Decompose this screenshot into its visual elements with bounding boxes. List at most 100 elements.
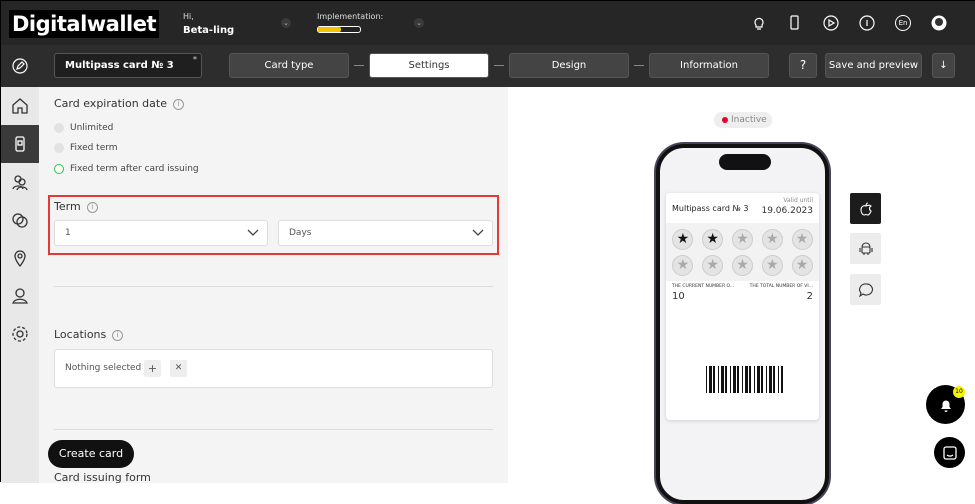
add-location-button[interactable]: + <box>144 360 161 377</box>
locations-value: Nothing selected <box>65 363 142 373</box>
sidebar <box>1 87 39 483</box>
stamp-star-icon: ★ <box>702 228 724 250</box>
card-title: Multipass card № 3 <box>672 204 749 213</box>
barcode-bar <box>709 366 712 393</box>
username[interactable]: Beta-ling <box>183 25 234 36</box>
sidebar-item-cards[interactable] <box>1 125 39 163</box>
implementation-label: Implementation: <box>317 12 384 21</box>
barcode-bar <box>766 366 767 393</box>
info-icon[interactable]: i <box>112 330 124 341</box>
info-icon[interactable]: i <box>86 202 98 213</box>
help-button[interactable]: ? <box>789 53 817 78</box>
sidebar-item-messages[interactable] <box>1 201 39 239</box>
notification-count-badge: 10 <box>953 386 965 398</box>
barcode-bar <box>757 366 760 393</box>
barcode-bar <box>733 366 736 393</box>
message-preview-button[interactable] <box>850 274 881 305</box>
edit-pencil-icon[interactable] <box>12 58 28 74</box>
barcode-bar <box>778 366 779 393</box>
barcode-bar <box>718 366 719 393</box>
barcode-bar <box>713 366 715 393</box>
sidebar-item-home[interactable] <box>1 87 39 125</box>
barcode <box>706 366 783 393</box>
field2-label: THE TOTAL NUMBER OF VI... <box>749 284 813 289</box>
barcode-bar <box>737 366 739 393</box>
radio-unlimited[interactable]: Unlimited <box>54 123 113 133</box>
field1-value: 10 <box>672 291 685 302</box>
chat-icon <box>12 213 28 228</box>
card-icon <box>15 136 25 152</box>
user-icon <box>12 288 28 304</box>
barcode-bar <box>745 366 748 393</box>
stamp-star-icon: ★ <box>731 254 753 276</box>
stamp-star-icon: ★ <box>731 228 753 250</box>
barcode-bar <box>754 366 755 393</box>
locations-field[interactable]: Nothing selected + ✕ <box>54 349 493 388</box>
field1-label: THE CURRENT NUMBER O... <box>672 284 735 289</box>
barcode-bar <box>749 366 751 393</box>
chevron-down-icon <box>472 229 484 236</box>
avatar-icon[interactable] <box>931 15 947 31</box>
chevron-down-icon <box>247 229 259 236</box>
sidebar-item-settings[interactable] <box>1 315 39 353</box>
tab-settings[interactable]: Settings <box>369 53 489 78</box>
bell-icon <box>940 400 951 412</box>
create-card-button[interactable]: Create card <box>48 440 134 468</box>
tab-information[interactable]: Information <box>649 53 769 78</box>
chat-support-icon <box>942 445 957 460</box>
apple-icon <box>859 201 872 216</box>
gear-icon <box>12 326 28 342</box>
sidebar-item-users[interactable] <box>1 163 39 201</box>
stamp-star-icon: ★ <box>791 228 813 250</box>
phone-icon[interactable] <box>787 15 803 31</box>
lightbulb-icon[interactable] <box>751 15 767 31</box>
valid-label: Valid until <box>783 197 813 204</box>
barcode-bar <box>781 366 783 393</box>
status-badge: Inactive <box>714 112 772 128</box>
android-preview-button[interactable] <box>850 233 881 264</box>
save-and-preview-button[interactable]: Save and preview <box>825 53 922 78</box>
barcode-bar <box>721 366 724 393</box>
implementation-progress <box>317 26 361 33</box>
sidebar-item-locations[interactable] <box>1 239 39 277</box>
stamp-star-icon: ★ <box>791 254 813 276</box>
barcode-bar <box>773 366 775 393</box>
stamp-star-icon: ★ <box>761 254 783 276</box>
message-icon <box>858 282 873 297</box>
term-title: Term i <box>54 200 98 213</box>
term-value-select[interactable]: 1 <box>54 220 268 246</box>
android-icon <box>858 241 873 255</box>
apple-preview-button[interactable] <box>850 193 881 224</box>
implementation-chevron-down-icon[interactable]: ⌄ <box>414 18 424 28</box>
download-button[interactable]: ↓ <box>932 53 955 78</box>
barcode-bar <box>761 366 763 393</box>
card-name-input[interactable]: Multipass card № 3 * <box>54 53 202 78</box>
required-mark: * <box>192 55 197 64</box>
language-button[interactable]: En <box>895 15 911 31</box>
radio-fixed-term[interactable]: Fixed term <box>54 143 118 153</box>
clear-locations-button[interactable]: ✕ <box>170 360 187 377</box>
stamp-star-icon: ★ <box>672 228 694 250</box>
radio-fixed-term-after-issuing[interactable]: Fixed term after card issuing <box>54 164 199 174</box>
barcode-bar <box>769 366 772 393</box>
logo: Digitalwallet <box>9 10 160 38</box>
term-unit-select[interactable]: Days <box>278 220 493 246</box>
issuing-form-title: Card issuing form <box>54 471 151 484</box>
barcode-bar <box>742 366 743 393</box>
info-icon[interactable] <box>859 15 875 31</box>
stamp-star-icon: ★ <box>702 254 724 276</box>
play-icon[interactable] <box>823 15 839 31</box>
greeting: Hi, <box>183 12 194 21</box>
locations-title: Locations i <box>54 328 124 341</box>
users-icon <box>12 175 28 191</box>
tab-design[interactable]: Design <box>509 53 629 78</box>
pass-card: Multipass card № 3 Valid until 19.06.202… <box>666 193 819 420</box>
stamps-grid: ★ ★ ★ ★ ★ ★ ★ ★ ★ ★ <box>666 223 819 281</box>
barcode-bar <box>725 366 727 393</box>
location-icon <box>14 250 26 267</box>
tab-card-type[interactable]: Card type <box>229 53 349 78</box>
sidebar-item-profile[interactable] <box>1 277 39 315</box>
info-icon[interactable]: i <box>173 99 184 110</box>
user-chevron-down-icon[interactable]: ⌄ <box>281 18 291 28</box>
support-chat-button[interactable] <box>934 437 965 468</box>
